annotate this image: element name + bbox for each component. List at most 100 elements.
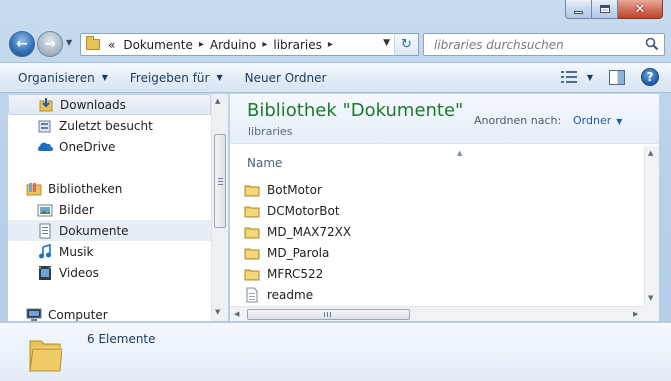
chevron-right-icon[interactable]: ▸ xyxy=(199,39,204,50)
sidebar-item-pictures[interactable]: Bilder xyxy=(8,199,211,220)
folder-icon xyxy=(244,269,260,280)
breadcrumb-arduino[interactable]: Arduino xyxy=(210,38,256,52)
sidebar-item-recent-places[interactable]: Zuletzt besucht xyxy=(8,115,211,136)
sidebar-item-videos[interactable]: Videos xyxy=(8,262,211,283)
videos-icon xyxy=(39,265,51,280)
sidebar-item-downloads[interactable]: Downloads xyxy=(8,94,211,115)
list-item[interactable]: DCMotorBot xyxy=(244,200,444,221)
chevron-down-icon: ▼ xyxy=(616,117,623,126)
scroll-down-icon[interactable]: ▼ xyxy=(648,294,653,302)
search-icon[interactable] xyxy=(645,37,659,51)
close-button[interactable]: ✕ xyxy=(618,0,663,19)
list-item[interactable]: readme xyxy=(244,284,444,305)
search-input[interactable] xyxy=(434,37,634,52)
folder-icon xyxy=(29,340,62,372)
maximize-icon xyxy=(599,5,610,13)
sidebar-scrollbar[interactable]: ▲ ▼ xyxy=(211,94,228,321)
new-folder-label: Neuer Ordner xyxy=(244,70,327,85)
pictures-icon xyxy=(37,204,53,216)
refresh-icon: ↻ xyxy=(401,37,412,52)
organize-button[interactable]: Organisieren ▼ xyxy=(18,71,108,85)
library-subtitle[interactable]: libraries xyxy=(248,125,292,138)
library-header: Bibliothek "Dokumente" libraries Anordne… xyxy=(230,94,659,144)
share-button[interactable]: Freigeben für ▼ xyxy=(130,71,223,85)
text-file-icon xyxy=(246,287,258,302)
scroll-left-icon[interactable]: ◀ xyxy=(234,310,239,318)
sidebar-item-label: Downloads xyxy=(60,97,126,112)
close-icon: ✕ xyxy=(634,1,646,17)
list-item[interactable]: BotMotor xyxy=(244,179,444,200)
folder-icon xyxy=(244,206,260,217)
scroll-right-icon[interactable]: ▶ xyxy=(633,310,638,318)
chevron-right-icon[interactable]: ▸ xyxy=(328,39,333,50)
preview-pane-icon[interactable] xyxy=(609,69,625,85)
file-name: MD_MAX72XX xyxy=(267,224,352,239)
sidebar-item-onedrive[interactable]: OneDrive xyxy=(8,136,211,157)
list-item[interactable]: MD_Parola xyxy=(244,242,444,263)
file-name: MD_Parola xyxy=(267,245,330,260)
new-folder-button[interactable]: Neuer Ordner xyxy=(245,71,327,85)
list-item[interactable]: MD_MAX72XX xyxy=(244,221,444,242)
maximize-button[interactable] xyxy=(592,0,618,19)
horizontal-scroll-thumb[interactable] xyxy=(247,309,410,320)
chevron-down-icon: ▼ xyxy=(216,73,223,82)
arrange-by-label: Anordnen nach: xyxy=(474,114,562,127)
scroll-up-icon[interactable]: ▲ xyxy=(648,149,653,157)
details-pane: 6 Elemente xyxy=(0,322,671,381)
breadcrumb-overflow[interactable]: « xyxy=(108,38,115,52)
sidebar-item-label: Bibliotheken xyxy=(48,181,123,196)
sidebar-item-music[interactable]: Musik xyxy=(8,241,211,262)
music-icon xyxy=(39,243,51,258)
sidebar-item-libraries[interactable]: Bibliotheken xyxy=(8,178,211,199)
column-header: ▲ Name xyxy=(230,146,644,176)
file-name: MFRC522 xyxy=(267,266,324,281)
command-bar: Organisieren ▼ Freigeben für ▼ Neuer Ord… xyxy=(0,62,671,93)
sidebar-item-label: Dokumente xyxy=(59,223,129,238)
breadcrumb-libraries[interactable]: libraries xyxy=(273,38,321,52)
folder-icon xyxy=(244,227,260,238)
address-bar[interactable]: « Dokumente ▸ Arduino ▸ libraries ▸ ▼ xyxy=(80,33,419,56)
content-vertical-scrollbar[interactable]: ▲ ▼ xyxy=(644,146,659,306)
navigation-pane: Downloads Zuletzt besucht OneDrive Bibli… xyxy=(8,94,228,321)
file-name: BotMotor xyxy=(267,182,322,197)
folder-icon xyxy=(86,36,100,50)
computer-icon xyxy=(26,308,42,321)
arrange-by-dropdown[interactable]: Ordner ▼ xyxy=(573,114,622,127)
help-icon[interactable]: ? xyxy=(641,68,659,86)
address-dropdown-icon[interactable]: ▼ xyxy=(383,38,390,48)
chevron-right-icon[interactable]: ▸ xyxy=(262,39,267,50)
file-name: readme xyxy=(267,287,314,302)
minimize-button[interactable] xyxy=(565,0,592,19)
recent-pages-dropdown[interactable]: ▼ xyxy=(66,38,72,47)
sidebar-item-label: OneDrive xyxy=(59,139,116,154)
sidebar-item-label: Computer xyxy=(48,307,108,322)
file-content-area: Bibliothek "Dokumente" libraries Anordne… xyxy=(230,94,659,321)
folder-icon xyxy=(244,185,260,196)
grip-icon xyxy=(324,312,331,317)
scroll-up-icon[interactable]: ▲ xyxy=(215,97,220,105)
search-box xyxy=(423,33,665,56)
column-header-name[interactable]: Name xyxy=(247,156,282,170)
view-dropdown-icon[interactable]: ▼ xyxy=(587,73,593,82)
content-horizontal-scrollbar[interactable]: ◀ ▶ xyxy=(230,306,644,321)
view-options-icon[interactable] xyxy=(560,71,577,83)
back-button[interactable]: ← xyxy=(9,31,35,57)
libraries-icon xyxy=(26,182,42,195)
list-item[interactable]: MFRC522 xyxy=(244,263,444,284)
forward-button[interactable]: → xyxy=(37,31,63,57)
organize-label: Organisieren xyxy=(18,70,95,85)
refresh-button[interactable]: ↻ xyxy=(394,33,419,56)
window-controls: ✕ xyxy=(565,0,663,19)
documents-icon xyxy=(39,223,51,238)
sidebar-item-documents[interactable]: Dokumente xyxy=(8,220,211,241)
sidebar-item-computer[interactable]: Computer xyxy=(8,304,211,321)
folder-icon xyxy=(244,248,260,259)
sidebar-scroll-thumb[interactable] xyxy=(214,134,226,228)
scroll-down-icon[interactable]: ▼ xyxy=(215,308,220,316)
scrollbar-corner xyxy=(644,306,659,321)
sidebar-item-label: Bilder xyxy=(59,202,94,217)
explorer-window: ✕ ← → ▼ « Dokumente ▸ Arduino ▸ librarie… xyxy=(0,0,671,381)
sidebar-item-label: Musik xyxy=(59,244,94,259)
breadcrumb-dokumente[interactable]: Dokumente xyxy=(123,38,193,52)
sort-ascending-icon: ▲ xyxy=(457,149,463,157)
